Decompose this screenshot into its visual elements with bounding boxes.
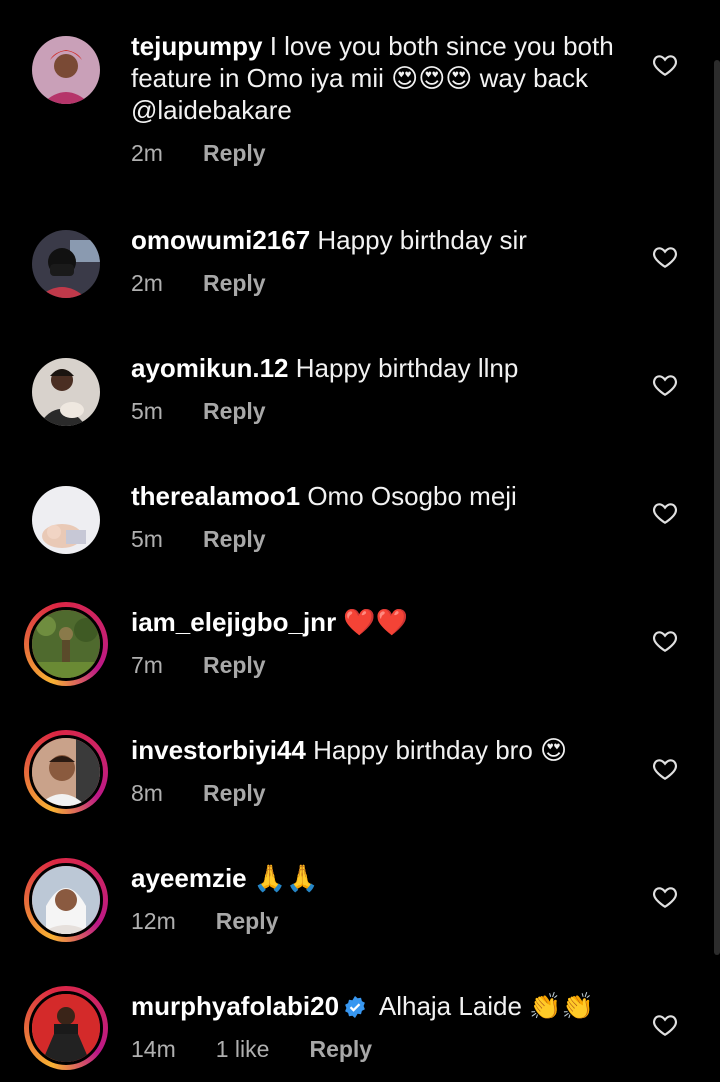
likes-count[interactable]: 1 like	[216, 1036, 270, 1063]
comment-time: 12m	[131, 908, 176, 934]
reply-button[interactable]: Reply	[203, 398, 266, 425]
comment-time: 14m	[131, 1036, 176, 1062]
comment-text: therealamoo1 Omo Osogbo meji	[131, 480, 620, 512]
comment-text: ayeemzie 🙏🙏	[131, 862, 620, 894]
comment-time: 5m	[131, 526, 163, 552]
heart-icon[interactable]	[652, 628, 678, 654]
comment-message: Happy birthday sir	[317, 225, 527, 255]
reply-button[interactable]: Reply	[203, 140, 266, 167]
comment-text: iam_elejigbo_jnr ❤️❤️	[131, 606, 620, 638]
avatar[interactable]	[24, 602, 108, 686]
comment-message: Happy birthday llnp	[295, 353, 519, 383]
reply-button[interactable]: Reply	[203, 652, 266, 679]
reply-button[interactable]: Reply	[203, 780, 266, 807]
comment-time: 2m	[131, 140, 163, 166]
comments-feed: tejupumpy I love you both since you both…	[0, 0, 720, 1082]
comment-text: omowumi2167 Happy birthday sir	[131, 224, 620, 256]
scrollbar[interactable]	[714, 60, 720, 955]
comment-message: Omo Osogbo meji	[307, 481, 517, 511]
avatar[interactable]	[24, 858, 108, 942]
comment-username[interactable]: investorbiyi44	[131, 735, 306, 765]
heart-icon[interactable]	[652, 884, 678, 910]
comment-username[interactable]: iam_elejigbo_jnr	[131, 607, 336, 637]
avatar[interactable]	[24, 478, 108, 562]
avatar[interactable]	[24, 222, 108, 306]
heart-icon[interactable]	[652, 1012, 678, 1038]
comment-text: ayomikun.12 Happy birthday llnp	[131, 352, 620, 384]
reply-button[interactable]: Reply	[309, 1036, 372, 1063]
comment-time: 8m	[131, 780, 163, 806]
comment-time: 7m	[131, 652, 163, 678]
comment-username[interactable]: ayomikun.12	[131, 353, 289, 383]
comment-username[interactable]: therealamoo1	[131, 481, 300, 511]
comment-username[interactable]: ayeemzie	[131, 863, 247, 893]
heart-icon[interactable]	[652, 52, 678, 78]
avatar[interactable]	[24, 986, 108, 1070]
reply-button[interactable]: Reply	[216, 908, 279, 935]
comment-text: investorbiyi44 Happy birthday bro 😍	[131, 734, 620, 766]
heart-icon[interactable]	[652, 244, 678, 270]
heart-icon[interactable]	[652, 372, 678, 398]
comment-username[interactable]: omowumi2167	[131, 225, 310, 255]
reply-button[interactable]: Reply	[203, 270, 266, 297]
comment-message: 🙏🙏	[253, 863, 319, 893]
avatar[interactable]	[24, 350, 108, 434]
reply-button[interactable]: Reply	[203, 526, 266, 553]
comment-username[interactable]: tejupumpy	[131, 31, 262, 61]
comment-message: ❤️❤️	[343, 607, 409, 637]
comment-time: 5m	[131, 398, 163, 424]
comment-username[interactable]: murphyafolabi20	[131, 991, 339, 1021]
comment-message: Happy birthday bro 😍	[313, 735, 568, 765]
avatar[interactable]	[24, 28, 108, 112]
verified-badge-icon	[345, 996, 365, 1018]
heart-icon[interactable]	[652, 756, 678, 782]
avatar[interactable]	[24, 730, 108, 814]
heart-icon[interactable]	[652, 500, 678, 526]
comment-message: Alhaja Laide 👏👏	[378, 991, 594, 1021]
comment-time: 2m	[131, 270, 163, 296]
comment-text: murphyafolabi20 Alhaja Laide 👏👏	[131, 990, 620, 1022]
comment-text: tejupumpy I love you both since you both…	[131, 30, 620, 126]
